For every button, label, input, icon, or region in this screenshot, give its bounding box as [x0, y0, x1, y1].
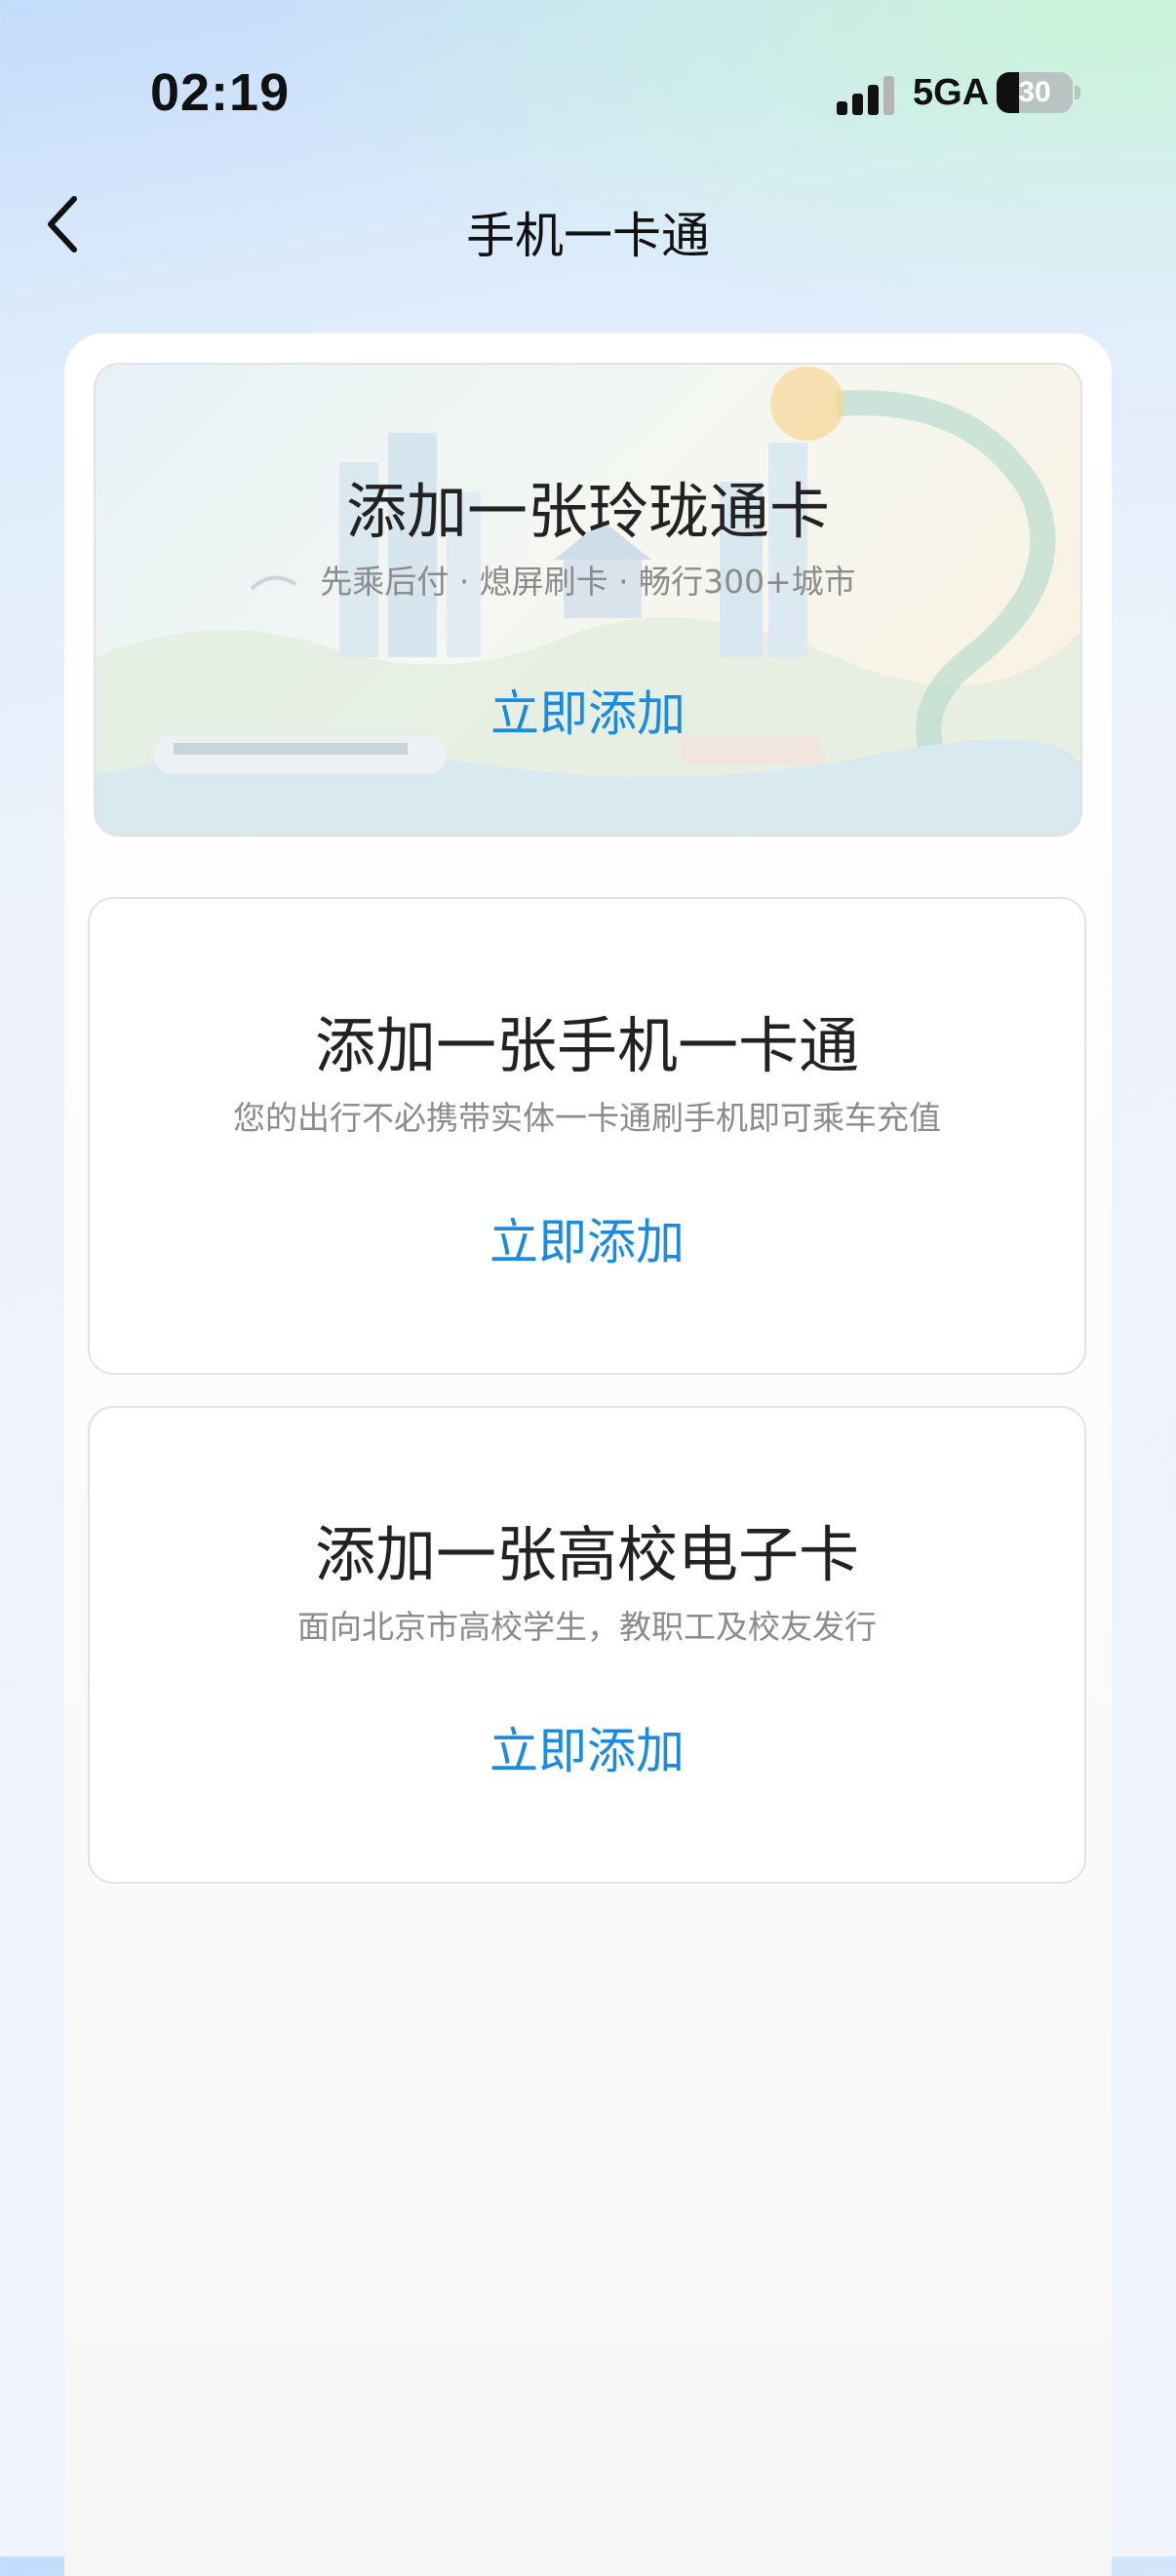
card-title: 添加一张手机一卡通 — [314, 1010, 859, 1081]
battery-icon: 30 — [997, 72, 1073, 113]
status-time: 02:19 — [150, 63, 291, 122]
page-title: 手机一卡通 — [466, 208, 710, 264]
card-subtitle: 您的出行不必携带实体一卡通刷手机即可乘车充值 — [233, 1099, 941, 1137]
university-ecard-card[interactable]: 添加一张高校电子卡 面向北京市高校学生，教职工及校友发行 立即添加 — [88, 1406, 1086, 1884]
card-list-panel: 添加一张玲珑通卡 先乘后付 · 熄屏刷卡 · 畅行300+城市 立即添加 添加一… — [64, 333, 1112, 2576]
cellular-signal-icon — [837, 74, 897, 115]
add-now-button[interactable]: 立即添加 — [90, 1712, 1084, 1782]
card-title: 添加一张玲珑通卡 — [345, 476, 830, 547]
add-now-button[interactable]: 立即添加 — [96, 675, 1080, 745]
mobile-yikatong-card[interactable]: 添加一张手机一卡通 您的出行不必携带实体一卡通刷手机即可乘车充值 立即添加 — [88, 897, 1086, 1375]
battery-cap — [1075, 86, 1080, 99]
linglong-card[interactable]: 添加一张玲珑通卡 先乘后付 · 熄屏刷卡 · 畅行300+城市 立即添加 — [94, 363, 1082, 837]
card-subtitle: 先乘后付 · 熄屏刷卡 · 畅行300+城市 — [320, 563, 856, 601]
network-type: 5GA — [913, 72, 990, 113]
card-title: 添加一张高校电子卡 — [314, 1519, 859, 1590]
battery-level: 30 — [1018, 76, 1051, 108]
add-now-button[interactable]: 立即添加 — [90, 1203, 1084, 1273]
nav-bar: 手机一卡通 — [0, 166, 1176, 283]
card-subtitle: 面向北京市高校学生，教职工及校友发行 — [297, 1608, 877, 1646]
